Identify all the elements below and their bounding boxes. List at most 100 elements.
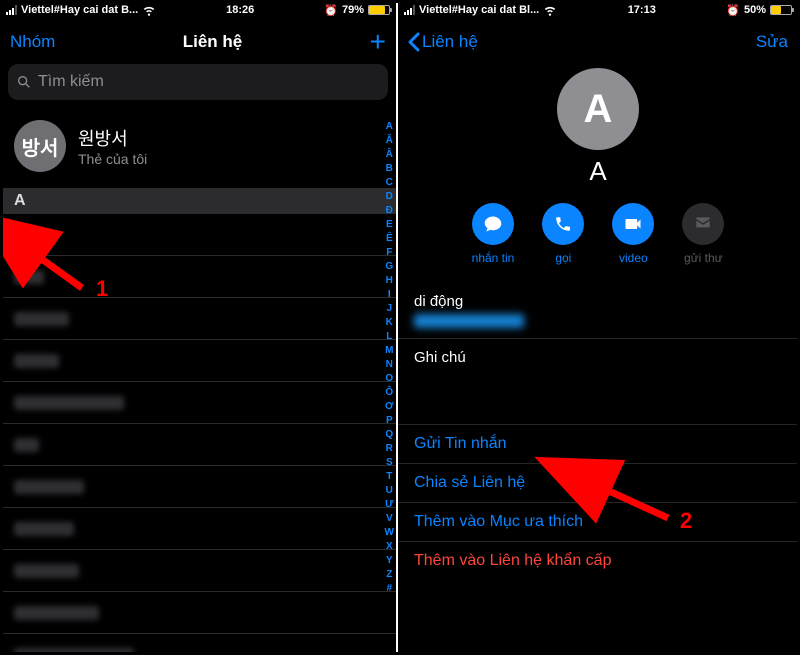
index-letter[interactable]: T bbox=[385, 470, 394, 484]
index-letter[interactable]: A bbox=[385, 120, 394, 134]
video-button[interactable]: video bbox=[612, 203, 654, 265]
groups-button[interactable]: Nhóm bbox=[10, 32, 55, 52]
alarm-icon: ⏰ bbox=[324, 4, 338, 17]
index-letter[interactable]: Z bbox=[385, 568, 394, 582]
contact-row[interactable] bbox=[0, 634, 396, 655]
index-letter[interactable]: P bbox=[385, 414, 394, 428]
search-icon bbox=[16, 74, 32, 90]
chevron-left-icon bbox=[408, 32, 420, 52]
index-letter[interactable]: # bbox=[385, 582, 394, 596]
contact-row[interactable] bbox=[0, 340, 396, 382]
index-letter[interactable]: X bbox=[385, 540, 394, 554]
phone-icon bbox=[542, 203, 584, 245]
phone-field[interactable]: di động bbox=[398, 283, 798, 338]
field-label: Ghi chú bbox=[414, 349, 782, 366]
send-message-link[interactable]: Gửi Tin nhắn bbox=[398, 424, 798, 463]
wifi-icon bbox=[142, 3, 156, 17]
battery-percent: 50% bbox=[744, 4, 766, 16]
field-label: di động bbox=[414, 293, 782, 310]
phone-number-blurred bbox=[414, 314, 524, 328]
contact-row[interactable] bbox=[0, 256, 396, 298]
contact-row[interactable] bbox=[0, 466, 396, 508]
index-letter[interactable]: L bbox=[385, 330, 394, 344]
carrier-label: Viettel#Hay cai dat Bl... bbox=[419, 4, 539, 16]
my-card-sub: Thẻ của tôi bbox=[78, 151, 147, 167]
contact-row[interactable] bbox=[0, 424, 396, 466]
nav-bar: Nhóm Liên hệ + bbox=[0, 20, 396, 64]
status-bar: Viettel#Hay cai dat B... 18:26 ⏰ 79% ⚡︎ bbox=[0, 0, 396, 20]
index-letter[interactable]: F bbox=[385, 246, 394, 260]
my-card[interactable]: 방서 원방서 Thẻ của tôi bbox=[0, 110, 396, 182]
index-letter[interactable]: J bbox=[385, 302, 394, 316]
contact-row[interactable] bbox=[0, 592, 396, 634]
contact-name: A bbox=[14, 225, 25, 245]
alpha-index[interactable]: AĂÂBCDĐEÊFGHIJKLMNOÔƠPQRSTUƯVWXYZ# bbox=[385, 120, 394, 596]
alarm-icon: ⏰ bbox=[726, 4, 740, 17]
call-button[interactable]: gọi bbox=[542, 203, 584, 265]
wifi-icon bbox=[543, 3, 557, 17]
contact-avatar: A bbox=[557, 68, 639, 150]
index-letter[interactable]: H bbox=[385, 274, 394, 288]
contact-row[interactable] bbox=[0, 550, 396, 592]
notes-field[interactable]: Ghi chú bbox=[398, 338, 798, 394]
index-letter[interactable]: K bbox=[385, 316, 394, 330]
contact-detail-screen: Viettel#Hay cai dat Bl... 17:13 ⏰ 50% ⚡︎… bbox=[398, 0, 798, 655]
index-letter[interactable]: M bbox=[385, 344, 394, 358]
edit-button[interactable]: Sửa bbox=[756, 32, 788, 52]
index-letter[interactable]: C bbox=[385, 176, 394, 190]
section-header-a: A bbox=[0, 188, 396, 214]
index-letter[interactable]: Ê bbox=[385, 232, 394, 246]
share-contact-link[interactable]: Chia sẻ Liên hệ bbox=[398, 463, 798, 502]
contacts-list-screen: Viettel#Hay cai dat B... 18:26 ⏰ 79% ⚡︎ … bbox=[0, 0, 398, 655]
index-letter[interactable]: D bbox=[385, 190, 394, 204]
index-letter[interactable]: Đ bbox=[385, 204, 394, 218]
contact-row[interactable] bbox=[0, 508, 396, 550]
back-button[interactable]: Liên hệ bbox=[408, 32, 478, 52]
my-card-name: 원방서 bbox=[78, 125, 147, 151]
status-bar: Viettel#Hay cai dat Bl... 17:13 ⏰ 50% ⚡︎ bbox=[398, 0, 798, 20]
index-letter[interactable]: Ô bbox=[385, 386, 394, 400]
index-letter[interactable]: U bbox=[385, 484, 394, 498]
message-button[interactable]: nhắn tin bbox=[472, 203, 515, 265]
index-letter[interactable]: Q bbox=[385, 428, 394, 442]
contact-row[interactable] bbox=[0, 298, 396, 340]
index-letter[interactable]: B bbox=[385, 162, 394, 176]
video-icon bbox=[612, 203, 654, 245]
search-input[interactable]: Tìm kiếm bbox=[8, 64, 388, 100]
contact-row[interactable] bbox=[0, 382, 396, 424]
index-letter[interactable]: G bbox=[385, 260, 394, 274]
index-letter[interactable]: O bbox=[385, 372, 394, 386]
contact-name: A bbox=[398, 156, 798, 187]
clock: 17:13 bbox=[628, 4, 656, 16]
index-letter[interactable]: Ơ bbox=[385, 400, 394, 414]
add-favorite-link[interactable]: Thêm vào Mục ưa thích bbox=[398, 502, 798, 541]
search-placeholder: Tìm kiếm bbox=[38, 73, 104, 91]
action-buttons: nhắn tin gọi video gửi thư bbox=[398, 203, 798, 265]
add-emergency-link[interactable]: Thêm vào Liên hệ khẩn cấp bbox=[398, 541, 798, 580]
mail-button: gửi thư bbox=[682, 203, 724, 265]
index-letter[interactable]: E bbox=[385, 218, 394, 232]
clock: 18:26 bbox=[226, 4, 254, 16]
index-letter[interactable]: Y bbox=[385, 554, 394, 568]
index-letter[interactable]: I bbox=[385, 288, 394, 302]
index-letter[interactable]: W bbox=[385, 526, 394, 540]
mail-icon bbox=[682, 203, 724, 245]
cellular-signal-icon bbox=[404, 5, 415, 15]
index-letter[interactable]: Â bbox=[385, 148, 394, 162]
cellular-signal-icon bbox=[6, 5, 17, 15]
index-letter[interactable]: R bbox=[385, 442, 394, 456]
index-letter[interactable]: S bbox=[385, 456, 394, 470]
index-letter[interactable]: Ư bbox=[385, 498, 394, 512]
page-title: Liên hệ bbox=[183, 32, 243, 52]
battery-icon: ⚡︎ bbox=[368, 5, 390, 15]
index-letter[interactable]: V bbox=[385, 512, 394, 526]
battery-percent: 79% bbox=[342, 4, 364, 16]
battery-icon: ⚡︎ bbox=[770, 5, 792, 15]
avatar: 방서 bbox=[14, 120, 66, 172]
index-letter[interactable]: N bbox=[385, 358, 394, 372]
index-letter[interactable]: Ă bbox=[385, 134, 394, 148]
message-icon bbox=[472, 203, 514, 245]
nav-bar: Liên hệ Sửa bbox=[398, 20, 798, 64]
contact-row[interactable]: A bbox=[0, 214, 396, 256]
carrier-label: Viettel#Hay cai dat B... bbox=[21, 4, 138, 16]
